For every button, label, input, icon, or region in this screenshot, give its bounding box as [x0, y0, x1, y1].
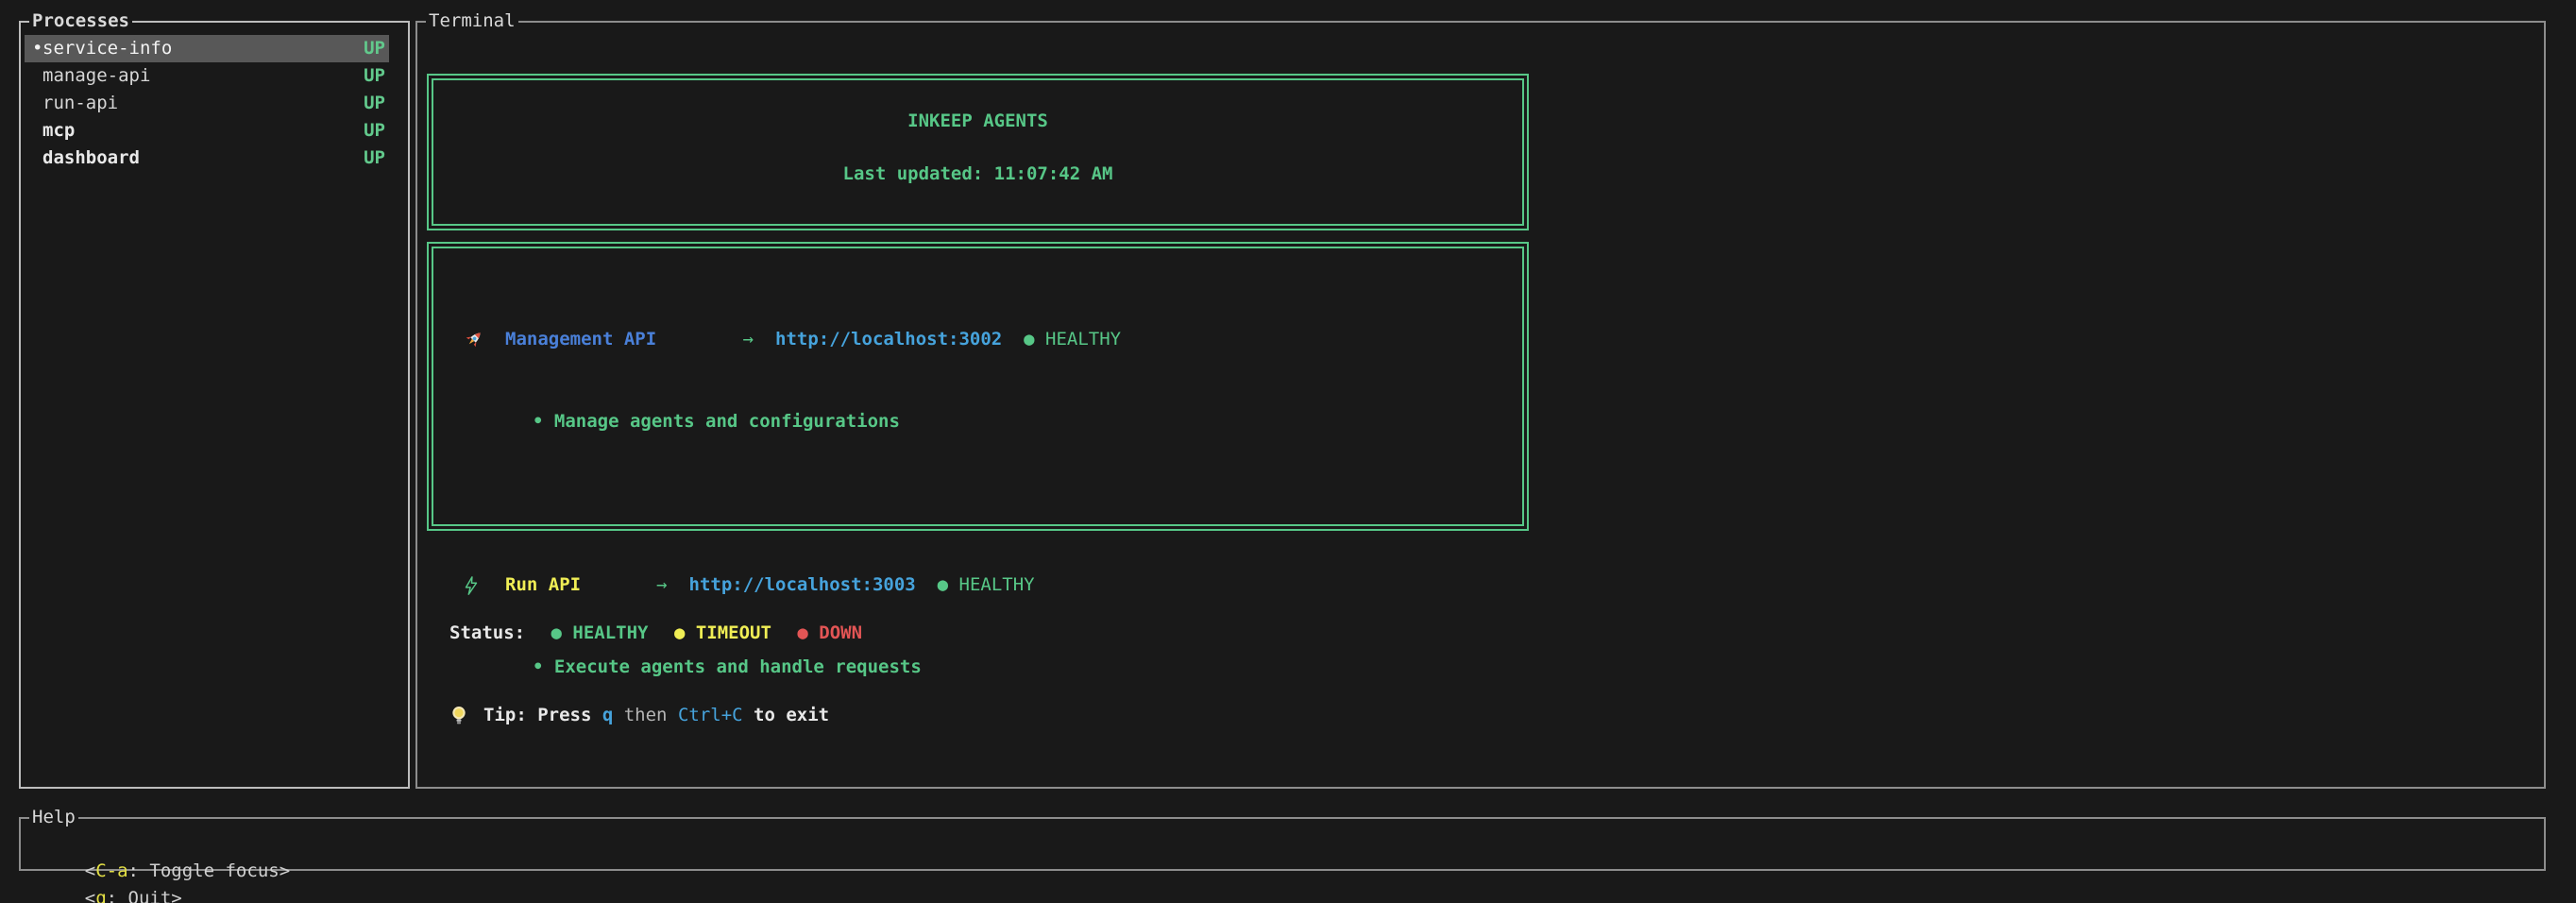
process-name: mcp [42, 117, 364, 145]
status-legend: Status: ● HEALTHY ● TIMEOUT ● DOWN [449, 620, 862, 647]
process-row-manage-api[interactable]: manage-api UP [25, 62, 389, 90]
last-updated-text: Last updated: 11:07:42 AM [433, 161, 1522, 188]
legend-healthy-dot-icon: ● [551, 620, 562, 647]
status-area: Status: ● HEALTHY ● TIMEOUT ● DOWN Tip: … [449, 565, 862, 784]
legend-healthy-label: HEALTHY [572, 620, 648, 647]
services-box: Management API → http://localhost:3002 ●… [427, 242, 1529, 531]
process-row-run-api[interactable]: run-api UP [25, 90, 389, 117]
shortcut-toggle-focus: <C-a: Toggle focus> [85, 860, 290, 881]
legend-down-label: DOWN [819, 620, 862, 647]
process-status-badge: UP [364, 145, 385, 172]
process-status-badge: UP [364, 90, 385, 117]
processes-panel: Processes • service-info UP manage-api U… [19, 21, 410, 789]
shortcut-quit: <q: Quit> [85, 888, 182, 903]
shortcut-key: C-a [95, 860, 127, 881]
healthy-dot-icon: ● [1024, 326, 1034, 353]
process-status-badge: UP [364, 62, 385, 90]
service-url[interactable]: http://localhost:3002 [775, 326, 1002, 353]
process-name: dashboard [42, 145, 364, 172]
process-list: • service-info UP manage-api UP run-api … [21, 23, 408, 172]
selected-bullet [32, 117, 42, 145]
service-description: • Manage agents and configurations [461, 408, 1522, 435]
process-row-service-info[interactable]: • service-info UP [25, 35, 389, 62]
status-label: Status: [449, 620, 525, 647]
process-name: service-info [42, 35, 364, 62]
service-health-status: HEALTHY [959, 571, 1035, 599]
selected-bullet [32, 145, 42, 172]
terminal-panel-title: Terminal [426, 8, 518, 35]
process-row-dashboard[interactable]: dashboard UP [25, 145, 389, 172]
lightbulb-icon [449, 704, 483, 728]
process-row-mcp[interactable]: mcp UP [25, 117, 389, 145]
rocket-icon [461, 328, 505, 352]
agents-header-box: INKEEP AGENTS Last updated: 11:07:42 AM [427, 74, 1529, 230]
legend-down-dot-icon: ● [797, 620, 807, 647]
tip-text: Tip: Press [483, 702, 602, 729]
help-panel: Help <C-a: Toggle focus> <q: Quit> <j: N… [19, 817, 2546, 871]
tip-text: to exit [743, 702, 830, 729]
help-panel-title: Help [29, 804, 78, 831]
help-shortcuts: <C-a: Toggle focus> <q: Quit> <j: Next> … [21, 819, 2544, 903]
service-health-status: HEALTHY [1045, 326, 1121, 353]
tip-line: Tip: Press q then Ctrl+C to exit [449, 702, 862, 729]
tip-key-ctrl-c: Ctrl+C [678, 702, 743, 729]
processes-panel-title: Processes [29, 8, 132, 35]
service-management-api: Management API → http://localhost:3002 ●… [461, 271, 1522, 490]
legend-timeout-label: TIMEOUT [696, 620, 771, 647]
legend-timeout-dot-icon: ● [674, 620, 685, 647]
healthy-dot-icon: ● [938, 571, 948, 599]
process-name: manage-api [42, 62, 364, 90]
selected-bullet [32, 62, 42, 90]
process-status-badge: UP [364, 35, 385, 62]
service-name: Management API [505, 326, 656, 353]
process-name: run-api [42, 90, 364, 117]
arrow-icon: → [743, 326, 754, 353]
process-status-badge: UP [364, 117, 385, 145]
tip-text: then [613, 702, 678, 729]
terminal-panel: Terminal INKEEP AGENTS Last updated: 11:… [415, 21, 2546, 789]
tip-key-q: q [602, 702, 613, 729]
selected-bullet: • [32, 35, 42, 62]
selected-bullet [32, 90, 42, 117]
shortcut-key: q [95, 888, 106, 903]
app-title: INKEEP AGENTS [433, 108, 1522, 135]
